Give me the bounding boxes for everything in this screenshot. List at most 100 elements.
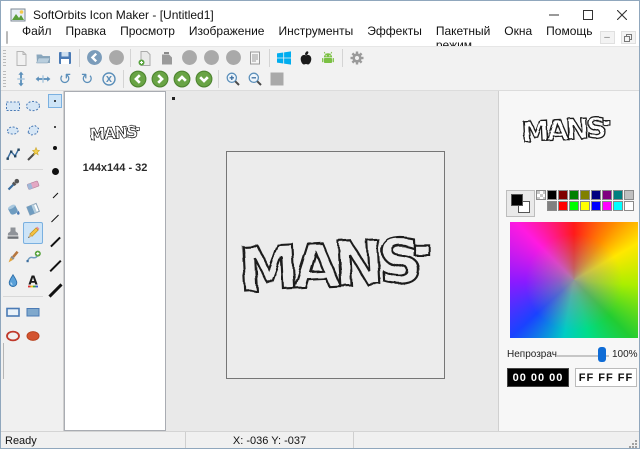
child-minimize-button[interactable]: –: [600, 31, 615, 44]
palette-swatch[interactable]: [569, 190, 579, 200]
zoom-out-icon: [247, 71, 263, 87]
brush-line-option[interactable]: [49, 260, 61, 272]
polygon-lasso-icon: [25, 122, 41, 138]
test-icon-button[interactable]: [244, 48, 266, 68]
palette-swatch[interactable]: [591, 201, 601, 211]
tool-gradient[interactable]: [23, 198, 43, 220]
tool-palette: A: [1, 91, 47, 431]
stamp-icon: [5, 225, 21, 241]
tool-pencil[interactable]: [23, 222, 43, 244]
palette-swatch[interactable]: [558, 201, 568, 211]
document-icon: [6, 31, 8, 44]
tool-rectangle-outline[interactable]: [3, 301, 23, 323]
brush-dot-option[interactable]: [52, 168, 59, 175]
palette-swatch[interactable]: [624, 190, 634, 200]
icon-thumbnail[interactable]: MANS: [88, 120, 142, 146]
palette-swatch[interactable]: [569, 201, 579, 211]
add-image-icon: [137, 50, 153, 66]
palette-swatch[interactable]: [547, 190, 557, 200]
apple-export-button[interactable]: [295, 48, 317, 68]
resize-vertical-button[interactable]: [10, 69, 32, 89]
brush-dot-option[interactable]: [54, 126, 56, 128]
tool-stamp[interactable]: [3, 222, 23, 244]
foreground-hex-value[interactable]: 00 00 00: [507, 368, 569, 387]
open-button[interactable]: [32, 48, 54, 68]
toolbar-grip[interactable]: [3, 50, 6, 66]
cursor-coordinates: X: -036 Y: -037: [186, 432, 354, 449]
palette-swatch[interactable]: [536, 190, 546, 200]
shift-up-button[interactable]: [171, 69, 193, 89]
tool-lasso[interactable]: [3, 119, 23, 141]
resize-horizontal-button[interactable]: [32, 69, 54, 89]
tool-ellipse-filled[interactable]: [23, 325, 43, 347]
tool-eraser[interactable]: [23, 174, 43, 196]
tool-polygon-lasso[interactable]: [23, 119, 43, 141]
brush-dot-option[interactable]: [53, 146, 57, 150]
zoom-out-button[interactable]: [244, 69, 266, 89]
curve-icon: [25, 249, 41, 265]
tool-text[interactable]: A: [23, 270, 43, 292]
duplicate-image-button[interactable]: [156, 48, 178, 68]
undo-button[interactable]: [83, 48, 105, 68]
palette-swatch[interactable]: [580, 201, 590, 211]
opacity-slider-handle[interactable]: [598, 347, 606, 362]
palette-swatch[interactable]: [613, 190, 623, 200]
shift-right-button[interactable]: [149, 69, 171, 89]
tool-rect-select[interactable]: [3, 95, 23, 117]
brush-line-option[interactable]: [48, 283, 62, 297]
svg-text:MANS: MANS: [89, 122, 138, 143]
redo-button: [105, 48, 127, 68]
rotate-cw-button[interactable]: ↻: [76, 69, 98, 89]
brush-line-option[interactable]: [51, 215, 59, 223]
tool-blur-drop[interactable]: [3, 270, 23, 292]
color-picker-gradient[interactable]: [510, 222, 638, 338]
actual-size-button[interactable]: [266, 69, 288, 89]
tool-eyedropper[interactable]: [3, 174, 23, 196]
shift-down-icon: [195, 70, 213, 88]
shift-left-button[interactable]: [127, 69, 149, 89]
child-restore-button[interactable]: [621, 31, 636, 44]
toolbox-scrollbar[interactable]: [3, 343, 4, 379]
tool-ellipse-select[interactable]: [23, 95, 43, 117]
windows-export-button[interactable]: [273, 48, 295, 68]
brush-size-selected[interactable]: [48, 94, 62, 108]
toolbar-grip[interactable]: [3, 71, 6, 87]
add-image-button[interactable]: [134, 48, 156, 68]
shift-down-button[interactable]: [193, 69, 215, 89]
zoom-in-button[interactable]: [222, 69, 244, 89]
test-document-icon: [247, 50, 263, 66]
palette-swatch[interactable]: [580, 190, 590, 200]
palette-swatch[interactable]: [558, 190, 568, 200]
save-button[interactable]: [54, 48, 76, 68]
foreground-color-swatch[interactable]: [511, 194, 523, 206]
palette-swatch[interactable]: [602, 201, 612, 211]
palette-swatch[interactable]: [547, 201, 557, 211]
tool-path[interactable]: [3, 143, 23, 165]
tool-fill-bucket[interactable]: [3, 198, 23, 220]
close-button[interactable]: [605, 1, 639, 29]
tool-rectangle-filled[interactable]: [23, 301, 43, 323]
palette-swatch[interactable]: [613, 201, 623, 211]
rotate-ccw-button[interactable]: ↺: [54, 69, 76, 89]
eyedropper-icon: [5, 177, 21, 193]
palette-swatch[interactable]: [591, 190, 601, 200]
rectangle-filled-icon: [25, 304, 41, 320]
tool-brush[interactable]: [3, 246, 23, 268]
app-window: SoftOrbits Icon Maker - [Untitled1] Файл…: [0, 0, 640, 449]
tool-ellipse-outline[interactable]: [3, 325, 23, 347]
settings-button[interactable]: [346, 48, 368, 68]
background-hex-value[interactable]: FF FF FF: [575, 368, 637, 387]
fg-bg-color-widget[interactable]: [506, 190, 535, 217]
new-document-button[interactable]: [10, 48, 32, 68]
tool-magic-wand[interactable]: [23, 143, 43, 165]
android-export-button[interactable]: [317, 48, 339, 68]
resize-grip[interactable]: [628, 439, 637, 448]
rotate-custom-button[interactable]: X: [98, 69, 120, 89]
brush-line-option[interactable]: [50, 237, 61, 248]
palette-swatch[interactable]: [624, 201, 634, 211]
drawing-canvas[interactable]: MANS: [226, 151, 445, 379]
brush-line-option[interactable]: [52, 193, 58, 199]
text-icon: A: [25, 273, 41, 289]
tool-curve[interactable]: [23, 246, 43, 268]
palette-swatch[interactable]: [602, 190, 612, 200]
